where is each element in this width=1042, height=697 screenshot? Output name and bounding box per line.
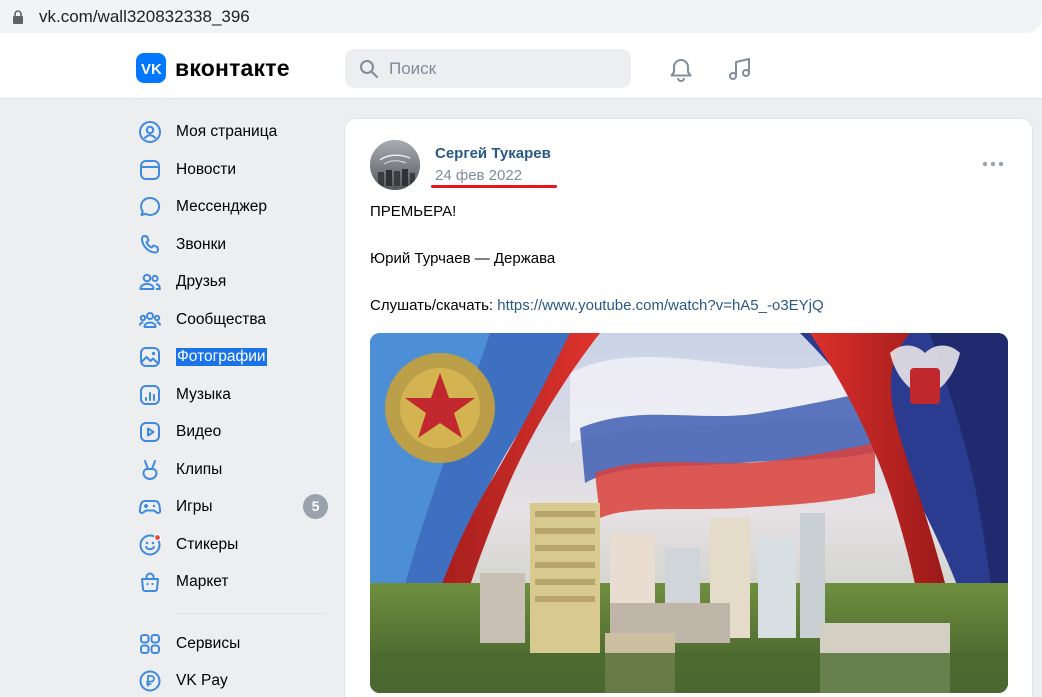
site-header: VK вконтакте Поиск <box>0 34 1042 99</box>
post-card: Сергей Тукарев 24 фев 2022 ПРЕМЬЕРА! Юри… <box>344 118 1033 697</box>
sidebar-item-calls[interactable]: Звонки <box>136 226 332 263</box>
sidebar-item-video[interactable]: Видео <box>136 413 332 450</box>
more-options-icon[interactable] <box>981 156 1005 172</box>
sidebar-item-label: Фотографии <box>176 348 267 366</box>
logo-text[interactable]: вконтакте <box>175 55 290 82</box>
sidebar-item-label: Музыка <box>176 386 231 403</box>
browser-address-bar: vk.com/wall320832338_396 <box>0 0 1042 34</box>
music-note-icon[interactable] <box>726 55 754 83</box>
post-text-prefix: Слушать/скачать: <box>370 297 498 314</box>
sidebar-item-label: Сообщества <box>176 311 267 328</box>
market-icon <box>141 572 159 592</box>
post-author-link[interactable]: Сергей Тукарев <box>435 145 551 162</box>
user-circle-icon <box>139 121 161 143</box>
sidebar-item-stickers[interactable]: Стикеры <box>136 526 332 563</box>
sidebar-item-market[interactable]: Маркет <box>136 563 332 600</box>
sidebar-item-label: Сервисы <box>176 635 241 652</box>
post-image[interactable] <box>370 333 1008 693</box>
music-icon <box>140 385 160 405</box>
sidebar-item-services[interactable]: Сервисы <box>136 625 332 662</box>
author-avatar[interactable] <box>370 140 420 190</box>
lock-icon <box>13 10 23 24</box>
sidebar-item-friends[interactable]: Друзья <box>136 263 332 300</box>
vkpay-icon <box>139 670 161 692</box>
sidebar-item-label: Маркет <box>176 573 229 590</box>
sidebar-item-label: Друзья <box>176 273 227 290</box>
sidebar-item-music[interactable]: Музыка <box>136 376 332 413</box>
newsfeed-icon <box>140 160 160 180</box>
post-text-line: ПРЕМЬЕРА! <box>370 203 457 220</box>
sidebar-item-label: VK Pay <box>176 672 228 689</box>
sidebar-item-label: Звонки <box>176 236 227 253</box>
bell-icon[interactable] <box>667 56 695 84</box>
services-icon <box>140 634 160 654</box>
sidebar-item-label: Моя страница <box>176 123 278 140</box>
date-red-underline <box>431 185 557 188</box>
games-icon <box>138 500 162 514</box>
search-input[interactable]: Поиск <box>345 49 631 88</box>
post-date-link[interactable]: 24 фев 2022 <box>435 167 522 184</box>
sidebar-item-photos[interactable]: Фотографии <box>136 338 332 375</box>
sidebar-item-label: Новости <box>176 161 237 178</box>
search-placeholder: Поиск <box>389 59 437 78</box>
message-icon <box>140 196 161 216</box>
search-icon <box>360 60 378 78</box>
sidebar-item-clips[interactable]: Клипы <box>136 451 332 488</box>
url-field[interactable]: vk.com/wall320832338_396 <box>0 0 1042 33</box>
sidebar-item-label: Стикеры <box>176 536 239 553</box>
vk-logo-icon[interactable]: VK <box>136 53 166 83</box>
sidebar-divider <box>176 613 326 614</box>
sidebar-item-messenger[interactable]: Мессенджер <box>136 188 332 225</box>
post-text-line: Слушать/скачать: https://www.youtube.com… <box>370 297 824 314</box>
sidebar-item-my-page[interactable]: Моя страница <box>136 113 332 150</box>
sidebar-item-communities[interactable]: Сообщества <box>136 301 332 338</box>
sidebar-item-label: Клипы <box>176 461 223 478</box>
clips-icon <box>142 460 158 480</box>
stickers-icon <box>139 533 162 556</box>
url-text: vk.com/wall320832338_396 <box>39 7 250 26</box>
groups-icon <box>138 312 162 328</box>
post-text-line: Юрий Турчаев — Держава <box>370 250 556 267</box>
photo-icon <box>140 347 160 367</box>
sidebar-item-label: Мессенджер <box>176 198 268 215</box>
phone-icon <box>140 235 159 254</box>
svg-text:VK: VK <box>141 61 162 78</box>
sidebar-item-vk-pay[interactable]: VK Pay <box>136 662 332 697</box>
video-icon <box>140 422 160 442</box>
sidebar-item-label: Игры <box>176 498 213 515</box>
sidebar-item-label: Видео <box>176 423 222 440</box>
sidebar-item-news[interactable]: Новости <box>136 151 332 188</box>
youtube-link[interactable]: https://www.youtube.com/watch?v=hA5_-o3E… <box>497 297 823 314</box>
friends-icon <box>139 273 161 290</box>
games-count-badge: 5 <box>303 494 328 519</box>
sidebar-item-games[interactable]: Игры 5 <box>136 488 332 525</box>
